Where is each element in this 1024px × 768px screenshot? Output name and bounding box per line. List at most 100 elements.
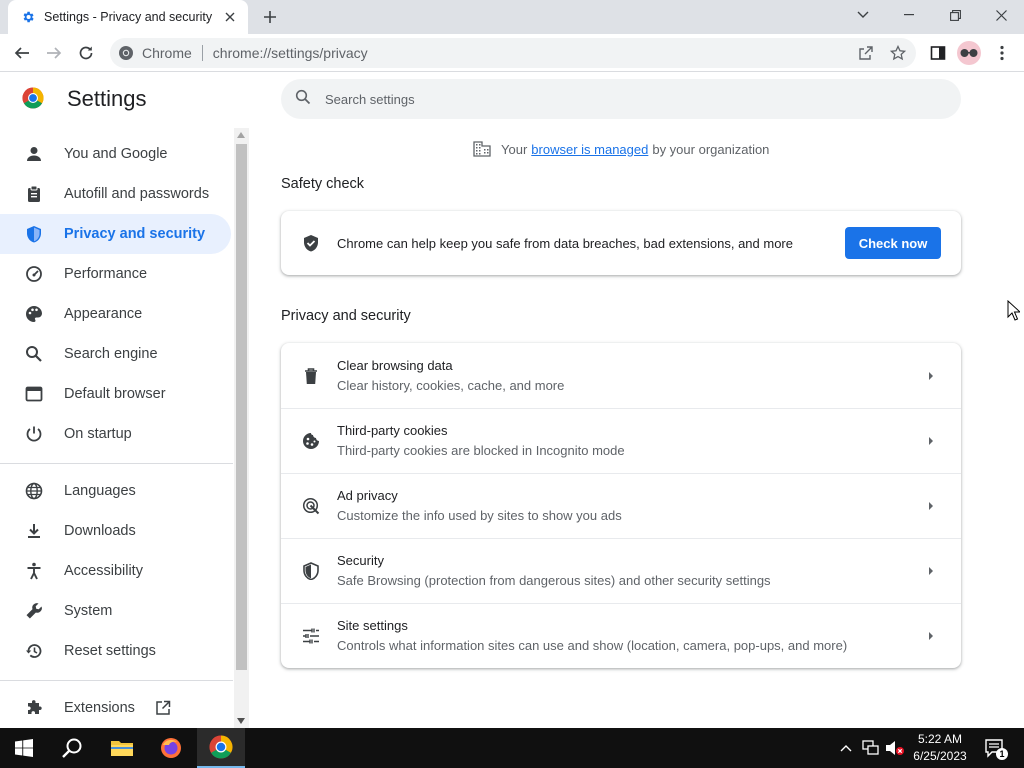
row-title: Clear browsing data xyxy=(337,357,453,373)
row-subtitle: Third-party cookies are blocked in Incog… xyxy=(337,443,625,458)
security-row[interactable]: Security Safe Browsing (protection from … xyxy=(281,538,961,603)
sidebar-item-downloads[interactable]: Downloads xyxy=(0,511,231,551)
settings-sidebar: You and Google Autofill and passwords Pr… xyxy=(0,134,233,728)
ad-privacy-row[interactable]: Ad privacy Customize the info used by si… xyxy=(281,473,961,538)
scrollbar-thumb[interactable] xyxy=(236,144,247,670)
new-tab-button[interactable] xyxy=(258,5,282,29)
sidebar-item-appearance[interactable]: Appearance xyxy=(0,294,231,334)
taskbar-search-icon[interactable] xyxy=(48,728,96,768)
site-label: Chrome xyxy=(142,45,192,61)
chrome-icon xyxy=(119,46,133,60)
row-title: Ad privacy xyxy=(337,488,398,503)
forward-button[interactable] xyxy=(40,39,68,67)
sidebar-item-default-browser[interactable]: Default browser xyxy=(0,374,231,414)
row-subtitle: Controls what information sites can use … xyxy=(337,638,848,653)
file-explorer-icon[interactable] xyxy=(98,728,146,768)
reload-button[interactable] xyxy=(72,39,100,67)
omnibox-separator xyxy=(201,45,203,61)
back-button[interactable] xyxy=(8,39,36,67)
globe-icon xyxy=(24,481,44,501)
notification-count-badge: 1 xyxy=(996,748,1008,760)
sidebar-item-label: Accessibility xyxy=(64,563,143,579)
sidebar-item-label: Privacy and security xyxy=(64,226,206,242)
share-icon[interactable] xyxy=(852,39,880,67)
site-settings-row[interactable]: Site settings Controls what information … xyxy=(281,603,961,668)
sidebar-item-on-startup[interactable]: On startup xyxy=(0,414,231,454)
sidebar-item-system[interactable]: System xyxy=(0,591,231,631)
sliders-icon xyxy=(301,626,321,646)
row-title: Site settings xyxy=(337,618,408,633)
third-party-cookies-row[interactable]: Third-party cookies Third-party cookies … xyxy=(281,408,961,473)
safety-check-heading: Safety check xyxy=(281,176,365,192)
safety-check-row: Chrome can help keep you safe from data … xyxy=(281,211,961,275)
scroll-up-arrow-icon[interactable] xyxy=(237,132,245,138)
privacy-security-heading: Privacy and security xyxy=(281,308,411,324)
scroll-down-arrow-icon[interactable] xyxy=(237,718,245,724)
sidebar-item-label: On startup xyxy=(64,426,132,442)
privacy-security-card: Clear browsing data Clear history, cooki… xyxy=(281,343,961,668)
close-tab-icon[interactable] xyxy=(222,9,238,25)
sidebar-item-accessibility[interactable]: Accessibility xyxy=(0,551,231,591)
row-title: Third-party cookies xyxy=(337,423,448,438)
trash-icon xyxy=(301,366,321,386)
clock-date: 6/25/2023 xyxy=(913,749,967,763)
check-now-button[interactable]: Check now xyxy=(845,227,941,259)
clipboard-icon xyxy=(24,184,44,204)
url-text[interactable]: chrome://settings/privacy xyxy=(213,45,368,61)
tray-chevron-up-icon[interactable] xyxy=(836,728,856,768)
clear-browsing-data-row[interactable]: Clear browsing data Clear history, cooki… xyxy=(281,343,961,408)
site-info-chip[interactable]: Chrome xyxy=(118,45,192,61)
sidebar-item-label: You and Google xyxy=(64,146,168,162)
browser-managed-link[interactable]: browser is managed xyxy=(531,142,648,157)
clock-time: 5:22 AM xyxy=(917,732,963,746)
firefox-icon[interactable] xyxy=(147,728,195,768)
profile-avatar[interactable] xyxy=(957,41,981,65)
sidebar-scrollbar[interactable] xyxy=(234,128,249,728)
sidebar-item-search-engine[interactable]: Search engine xyxy=(0,334,231,374)
restore-button[interactable] xyxy=(932,0,978,30)
windows-start-icon[interactable] xyxy=(0,728,48,768)
side-panel-icon[interactable] xyxy=(924,39,952,67)
gear-icon xyxy=(20,9,36,25)
settings-search-box[interactable] xyxy=(281,79,961,119)
sidebar-item-performance[interactable]: Performance xyxy=(0,254,231,294)
download-icon xyxy=(24,521,44,541)
history-icon xyxy=(24,641,44,661)
accessibility-icon xyxy=(24,561,44,581)
row-subtitle: Customize the info used by sites to show… xyxy=(337,508,622,523)
chrome-logo-icon xyxy=(22,87,44,109)
search-input[interactable] xyxy=(325,91,925,107)
ad-privacy-icon xyxy=(301,496,321,516)
sidebar-divider xyxy=(0,463,233,464)
power-icon xyxy=(24,424,44,444)
sidebar-item-label: Languages xyxy=(64,483,136,499)
address-bar[interactable]: Chrome chrome://settings/privacy xyxy=(110,38,916,68)
tab-search-button[interactable] xyxy=(840,0,886,30)
shield-icon xyxy=(301,561,321,581)
minimize-button[interactable] xyxy=(886,0,932,30)
sidebar-item-extensions[interactable]: Extensions xyxy=(0,688,231,728)
page-title: Settings xyxy=(67,86,147,111)
wrench-icon xyxy=(24,601,44,621)
sidebar-item-privacy[interactable]: Privacy and security xyxy=(0,214,231,254)
sidebar-divider xyxy=(0,680,233,681)
arrow-right-icon xyxy=(921,366,941,386)
menu-kebab-icon[interactable] xyxy=(988,39,1016,67)
open-external-icon xyxy=(155,700,171,716)
volume-muted-icon[interactable] xyxy=(884,728,906,768)
arrow-right-icon xyxy=(921,626,941,646)
sidebar-item-label: Autofill and passwords xyxy=(64,186,210,202)
sidebar-item-languages[interactable]: Languages xyxy=(0,471,231,511)
chrome-taskbar-icon[interactable] xyxy=(197,728,245,768)
notification-center-icon[interactable]: 1 xyxy=(980,728,1008,768)
sidebar-item-you-and-google[interactable]: You and Google xyxy=(0,134,231,174)
sidebar-item-autofill[interactable]: Autofill and passwords xyxy=(0,174,231,214)
mouse-cursor-icon xyxy=(1007,299,1022,326)
taskbar-clock[interactable]: 5:22 AM 6/25/2023 xyxy=(908,731,972,765)
bookmark-star-icon[interactable] xyxy=(884,39,912,67)
close-window-button[interactable] xyxy=(978,0,1024,30)
network-icon[interactable] xyxy=(860,728,882,768)
sidebar-item-reset-settings[interactable]: Reset settings xyxy=(0,631,231,671)
tab-settings[interactable]: Settings - Privacy and security xyxy=(8,0,248,34)
sidebar-item-label: Default browser xyxy=(64,386,166,402)
